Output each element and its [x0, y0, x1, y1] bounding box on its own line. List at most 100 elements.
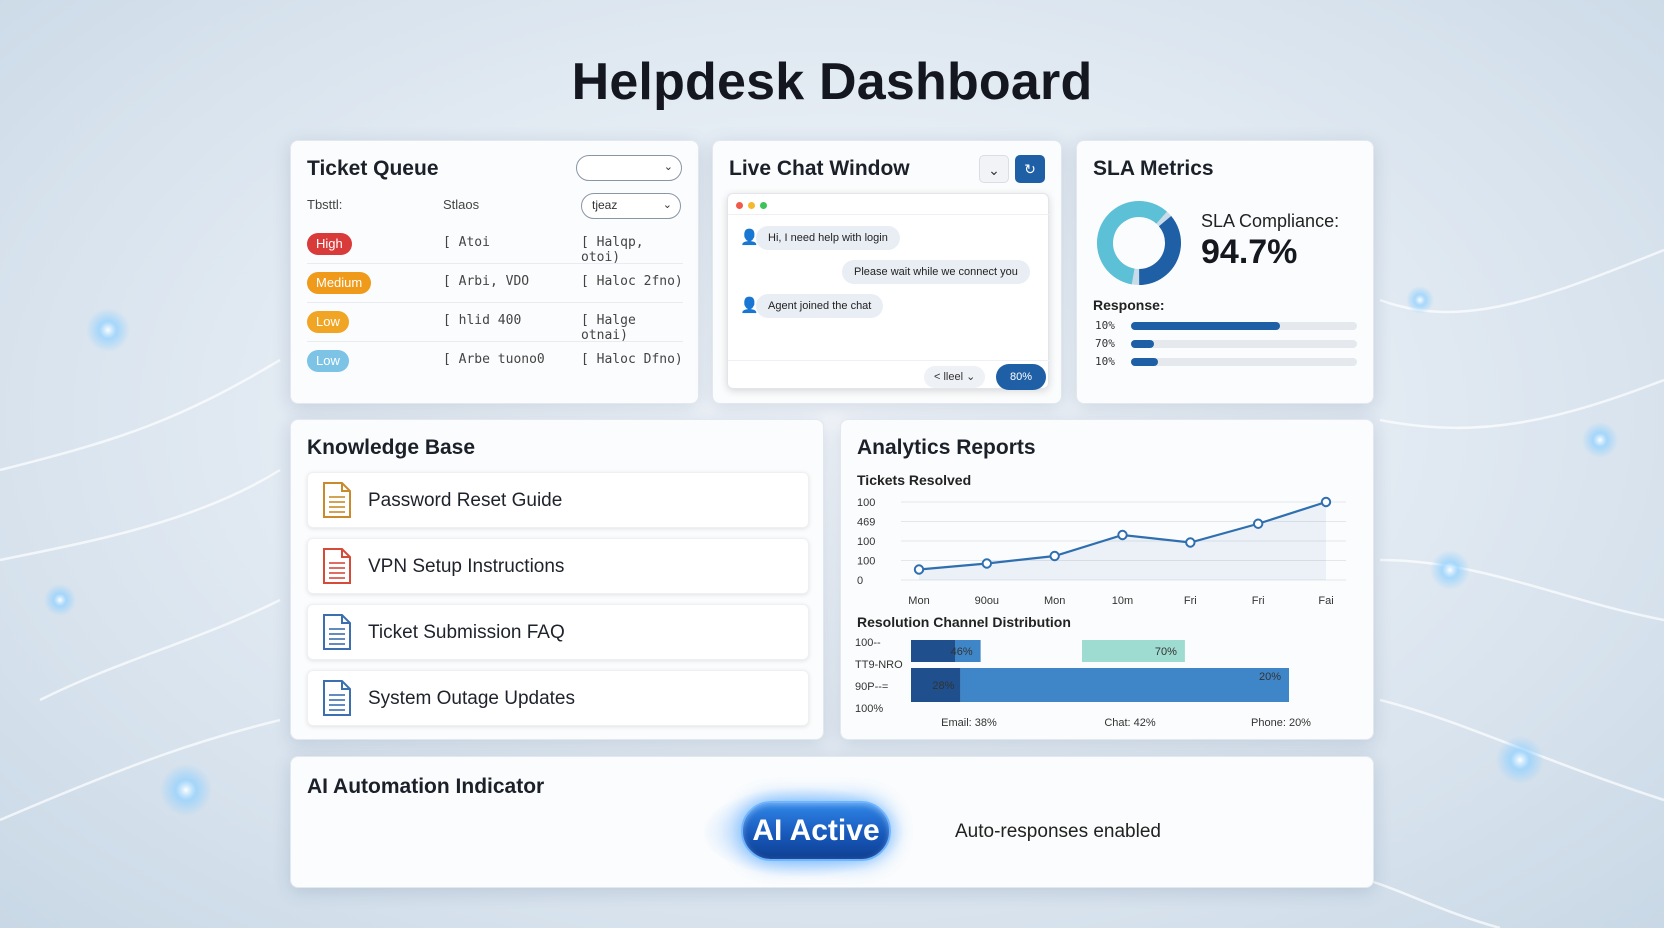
ai-automation-title: AI Automation Indicator	[307, 775, 545, 798]
ticket-assignee: [ Halge otnai)	[581, 313, 636, 343]
bar-value-label: 70%	[1155, 646, 1177, 658]
chevron-down-icon[interactable]: ⌄	[979, 155, 1009, 183]
response-bar-fill	[1131, 358, 1159, 366]
chat-message-agent: Agent joined the chat	[756, 294, 884, 318]
response-percent: 70%	[1095, 337, 1115, 350]
kb-article-item[interactable]: Ticket Submission FAQ	[307, 604, 809, 660]
x-tick-label: Fri	[1184, 595, 1197, 607]
y-tick-label: 100	[857, 536, 875, 548]
window-minimize-dot[interactable]	[748, 202, 755, 209]
x-tick-label: Fai	[1318, 595, 1333, 607]
category-label: Chat: 42%	[1104, 717, 1156, 729]
y-tick-label: 100%	[855, 703, 883, 715]
chat-footer-divider	[728, 360, 1050, 361]
sla-metrics-panel: SLA Metrics SLA Compliance: 94.7% Respon…	[1076, 140, 1374, 404]
document-icon	[323, 680, 351, 716]
bar-value-label: 20%	[1259, 671, 1281, 683]
kb-article-item[interactable]: VPN Setup Instructions	[307, 538, 809, 594]
ticket-assignee: [ Haloc Dfno)	[581, 352, 683, 367]
ticket-status: [ Atoi	[443, 235, 490, 250]
ai-automation-panel: AI Automation Indicator AI Active Auto-r…	[290, 756, 1374, 888]
response-label: Response:	[1093, 297, 1165, 313]
bar-value-label: 28%	[932, 680, 954, 692]
response-percent: 10%	[1095, 355, 1115, 368]
bar-segment	[911, 640, 955, 662]
ai-status-text: Auto-responses enabled	[955, 821, 1161, 842]
kb-article-label: System Outage Updates	[368, 688, 575, 709]
response-row: 10%	[1095, 355, 1357, 369]
ticket-status: [ Arbi, VDO	[443, 274, 530, 289]
kb-article-label: Ticket Submission FAQ	[368, 622, 565, 643]
response-bar-fill	[1131, 340, 1154, 348]
sla-title: SLA Metrics	[1093, 157, 1214, 180]
knowledge-base-title: Knowledge Base	[307, 436, 476, 459]
knowledge-base-panel: Knowledge Base Password Reset Guide VPN S…	[290, 419, 824, 740]
sla-compliance-value: 94.7%	[1201, 233, 1298, 271]
response-bar-track	[1131, 340, 1357, 348]
x-tick-label: 10m	[1112, 595, 1133, 607]
column-select-value: tjeaz	[592, 198, 618, 212]
category-label: Phone: 20%	[1251, 717, 1311, 729]
line-chart-title: Tickets Resolved	[857, 472, 972, 488]
response-bar-fill	[1131, 322, 1281, 330]
page-title: Helpdesk Dashboard	[571, 53, 1093, 111]
chat-send-button[interactable]: 80%	[996, 364, 1046, 390]
bar-segment	[960, 668, 1289, 702]
analytics-title: Analytics Reports	[857, 436, 1036, 459]
y-tick-label: TT9-NRO	[855, 659, 903, 671]
column-select[interactable]: tjeaz ⌄	[581, 193, 681, 219]
chat-channel-select[interactable]: < lleel ⌄	[924, 366, 986, 388]
kb-article-label: Password Reset Guide	[368, 490, 563, 511]
y-tick-label: 90P--=	[855, 681, 888, 693]
data-point	[1320, 496, 1332, 508]
ai-active-toggle[interactable]: AI Active	[741, 801, 891, 861]
ticket-filter-select[interactable]: ⌄	[576, 155, 682, 181]
y-tick-label: 0	[857, 575, 863, 587]
refresh-icon[interactable]: ↻	[1015, 155, 1045, 183]
ticket-row[interactable]: Medium [ Arbi, VDO [ Haloc 2fno)	[307, 264, 683, 303]
ticket-status: [ hlid 400	[443, 313, 522, 328]
response-bar-track	[1131, 322, 1357, 330]
response-percent: 10%	[1095, 319, 1115, 332]
channel-distribution-chart: 100-- TT9-NRO 90P--= 100% 46% 70% 28% 20% Email:…	[855, 637, 1311, 729]
live-chat-title: Live Chat Window	[729, 157, 910, 180]
x-tick-label: Mon	[1044, 595, 1065, 607]
kb-article-item[interactable]: System Outage Updates	[307, 670, 809, 726]
chat-window: 👤 Hi, I need help with login Please wait…	[727, 193, 1050, 390]
ticket-row[interactable]: High [ Atoi [ Halqp, otoi)	[307, 225, 683, 265]
priority-badge: Low	[307, 350, 349, 372]
window-close-dot[interactable]	[736, 202, 743, 209]
priority-badge: Low	[307, 311, 349, 333]
priority-badge: Medium	[307, 272, 372, 294]
ticket-queue-panel: Ticket Queue ⌄ Tbsttl: Stlaos tjeaz ⌄ Hi…	[290, 140, 699, 404]
ticket-row[interactable]: Low [ Arbe tuono0 [ Haloc Dfno)	[307, 342, 683, 381]
kb-article-label: VPN Setup Instructions	[368, 556, 565, 577]
response-row: 70%	[1095, 337, 1357, 351]
document-icon	[323, 614, 351, 650]
sla-compliance-label: SLA Compliance:	[1201, 211, 1340, 231]
y-tick-label: 100	[857, 497, 875, 509]
y-tick-label: 100--	[855, 637, 881, 649]
category-label: Email: 38%	[941, 717, 997, 729]
chevron-down-icon: ⌄	[662, 199, 672, 211]
response-bar-track	[1131, 358, 1357, 366]
window-maximize-dot[interactable]	[760, 202, 767, 209]
column-header-title: Tbsttl:	[307, 197, 343, 212]
ticket-row[interactable]: Low [ hlid 400 [ Halge otnai)	[307, 303, 683, 343]
live-chat-panel: Live Chat Window ⌄ ↻ 👤 Hi, I need help w…	[712, 140, 1062, 404]
chat-message-system: Please wait while we connect you	[842, 260, 1030, 284]
analytics-panel: Analytics Reports Tickets Resolved 100 46…	[840, 419, 1374, 740]
data-point	[1117, 529, 1128, 541]
x-tick-label: Fri	[1252, 595, 1265, 607]
column-header-status: Stlaos	[443, 197, 480, 212]
response-row: 10%	[1095, 319, 1357, 333]
y-tick-label: 100	[857, 556, 875, 568]
chat-message-user: Hi, I need help with login	[756, 226, 900, 250]
data-point	[1252, 518, 1264, 529]
document-icon	[323, 482, 351, 518]
kb-article-item[interactable]: Password Reset Guide	[307, 472, 809, 528]
y-tick-label: 469	[857, 517, 875, 529]
ticket-queue-title: Ticket Queue	[307, 157, 439, 180]
data-point	[1185, 537, 1196, 548]
x-tick-label: 90ou	[975, 595, 999, 607]
